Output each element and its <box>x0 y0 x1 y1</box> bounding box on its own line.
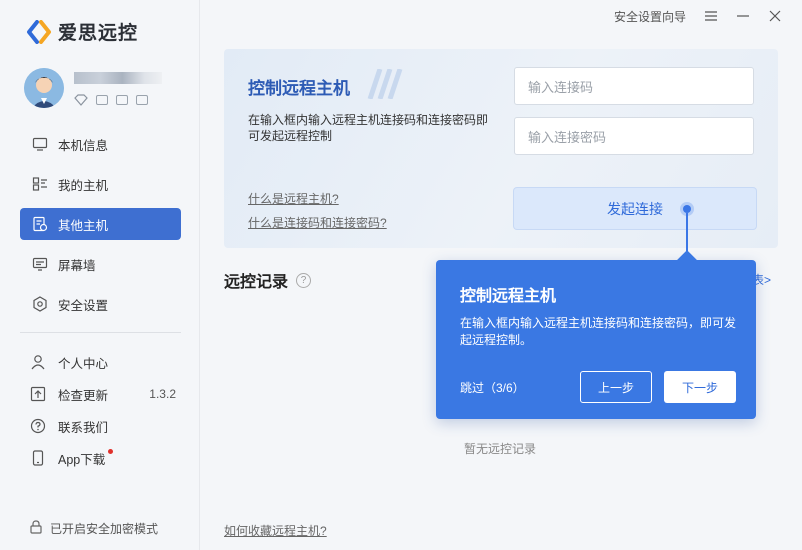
sidebar-item-personal-center[interactable]: 个人中心 <box>30 346 180 378</box>
secondary-nav: 个人中心 检查更新 1.3.2 联系我们 App下载 <box>30 346 180 474</box>
records-section-title: 远控记录 ? <box>224 268 312 292</box>
lock-icon <box>30 520 42 537</box>
version-number: 1.3.2 <box>149 387 176 401</box>
profile-info <box>74 68 162 108</box>
decor-stripes-icon <box>367 69 403 99</box>
avatar[interactable] <box>24 68 64 108</box>
other-host-icon <box>32 216 48 232</box>
minimize-icon[interactable] <box>736 9 750 23</box>
what-is-remote-host-link[interactable]: 什么是远程主机? <box>248 190 339 207</box>
sidebar-divider <box>20 332 181 333</box>
logo-icon <box>26 19 52 44</box>
next-step-button[interactable]: 下一步 <box>664 371 736 403</box>
skip-guide-button[interactable]: 跳过（3/6） <box>460 379 525 396</box>
badge-icon <box>96 95 108 105</box>
sidebar-item-security[interactable]: 安全设置 <box>20 288 181 320</box>
close-icon[interactable] <box>768 9 782 23</box>
tooltip-arrow <box>677 250 697 270</box>
previous-step-button[interactable]: 上一步 <box>580 371 652 403</box>
sidebar-item-check-update[interactable]: 检查更新 1.3.2 <box>30 378 180 410</box>
guide-tooltip: 控制远程主机 在输入框内输入远程主机连接码和连接密码，即可发起远程控制。 跳过（… <box>436 250 756 419</box>
title-bar: 安全设置向导 <box>614 0 802 32</box>
help-icon <box>30 418 46 434</box>
card-title: 控制远程主机 <box>248 79 350 98</box>
menu-icon[interactable] <box>704 9 718 23</box>
screen-wall-icon <box>32 256 48 272</box>
username-blurred <box>74 72 162 84</box>
app-name: 爱思远控 <box>58 23 139 44</box>
sidebar-item-app-download[interactable]: App下载 <box>30 442 180 474</box>
tooltip-title: 控制远程主机 <box>460 288 557 305</box>
badge-icon <box>136 95 148 105</box>
diamond-icon <box>74 94 88 106</box>
connect-button[interactable]: 发起连接 <box>514 188 756 229</box>
host-list-icon <box>32 176 48 192</box>
sidebar-item-other-hosts[interactable]: 其他主机 <box>20 208 181 240</box>
update-icon <box>30 386 46 402</box>
connection-password-input[interactable]: 输入连接密码 <box>514 117 754 155</box>
main-nav: 本机信息 我的主机 其他主机 屏幕墙 安全设置 <box>20 128 181 328</box>
what-is-code-password-link[interactable]: 什么是连接码和连接密码? <box>248 214 387 231</box>
notification-dot <box>108 449 113 454</box>
badge-icon <box>116 95 128 105</box>
secure-mode-status: 已开启安全加密模式 <box>30 520 158 537</box>
security-guide-link[interactable]: 安全设置向导 <box>614 8 686 25</box>
phone-icon <box>30 450 46 466</box>
empty-records-text: 暂无远控记录 <box>464 442 537 456</box>
user-profile[interactable] <box>24 68 162 108</box>
sidebar: 爱思远控 本机信息 我的主机 其他主机 屏幕墙 安全设置 个人中心 检查更新 1… <box>0 0 200 550</box>
shield-icon <box>32 296 48 312</box>
card-description: 在输入框内输入远程主机连接码和连接密码即可发起远程控制 <box>248 113 489 143</box>
guide-pointer-line <box>686 213 688 255</box>
app-logo: 爱思远控 <box>26 18 138 45</box>
sidebar-item-contact-us[interactable]: 联系我们 <box>30 410 180 442</box>
connection-code-input[interactable]: 输入连接码 <box>514 67 754 105</box>
guide-hotspot <box>683 205 691 213</box>
sidebar-item-screen-wall[interactable]: 屏幕墙 <box>20 248 181 280</box>
sidebar-item-local-info[interactable]: 本机信息 <box>20 128 181 160</box>
how-to-favorite-link[interactable]: 如何收藏远程主机? <box>224 522 327 539</box>
help-circle-icon[interactable]: ? <box>296 272 312 288</box>
monitor-icon <box>32 136 48 152</box>
tooltip-body: 在输入框内输入远程主机连接码和连接密码，即可发起远程控制。 <box>460 316 737 347</box>
sidebar-item-my-hosts[interactable]: 我的主机 <box>20 168 181 200</box>
user-icon <box>30 354 46 370</box>
